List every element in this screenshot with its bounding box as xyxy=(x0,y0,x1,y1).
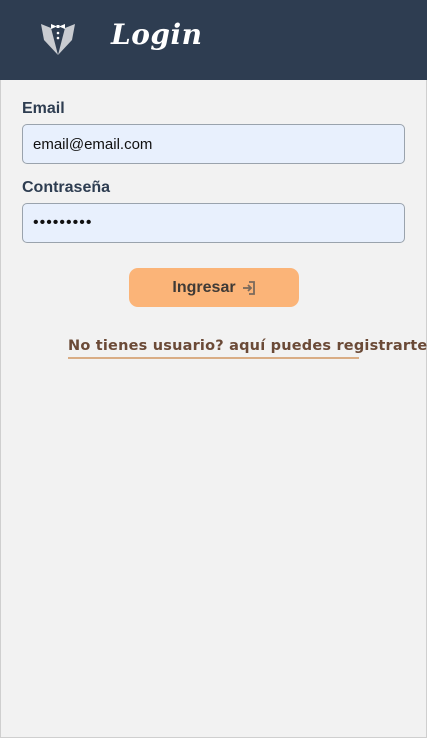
submit-button[interactable]: Ingresar xyxy=(129,268,299,307)
tuxedo-bowtie-icon xyxy=(38,18,78,58)
email-label: Email xyxy=(22,100,65,117)
password-field[interactable] xyxy=(22,203,405,243)
page-title: Login xyxy=(111,18,203,51)
email-field[interactable] xyxy=(22,124,405,164)
submit-button-label: Ingresar xyxy=(172,278,236,296)
sign-in-icon xyxy=(242,280,256,295)
password-label: Contraseña xyxy=(22,179,111,196)
register-link[interactable]: No tienes usuario? aquí puedes registrar… xyxy=(68,338,427,359)
app-header: Login xyxy=(0,0,427,80)
